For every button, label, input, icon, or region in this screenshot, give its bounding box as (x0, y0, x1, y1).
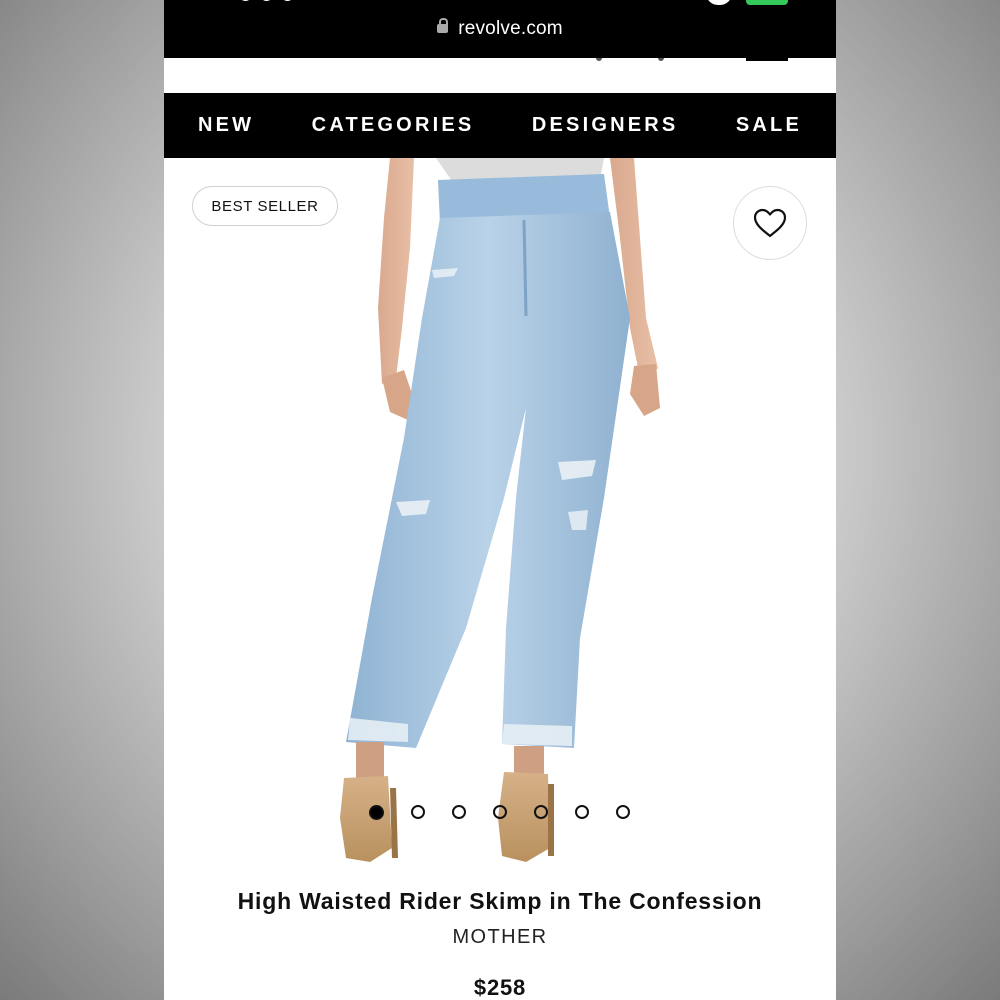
pagination-dot-2[interactable] (411, 805, 425, 819)
heart-icon (753, 208, 787, 238)
product-price: $258 (473, 975, 527, 1000)
best-seller-badge: BEST SELLER (192, 186, 338, 226)
battery-icon (746, 0, 788, 5)
bag-icon[interactable] (746, 58, 788, 61)
lock-icon (437, 18, 449, 33)
pagination-dot-6[interactable] (575, 805, 589, 819)
url-text: revolve.com (458, 18, 563, 39)
status-icons (706, 0, 788, 5)
product-brand[interactable]: MOTHER (164, 926, 836, 949)
nav-new[interactable]: NEW (198, 114, 254, 137)
nav-categories[interactable]: CATEGORIES (312, 114, 475, 137)
nav-designers[interactable]: DESIGNERS (532, 114, 679, 137)
account-icon[interactable] (658, 58, 664, 61)
image-pagination (369, 805, 630, 820)
search-icon[interactable] (596, 58, 602, 61)
address-bar[interactable]: revolve.com (164, 18, 836, 40)
pagination-dot-1[interactable] (369, 805, 384, 820)
main-nav: NEW CATEGORIES DESIGNERS SALE (164, 93, 836, 158)
favorite-button[interactable] (733, 186, 807, 260)
phone-screen: revolve.com NEW CATEGORIES DESIGNERS SAL… (164, 0, 836, 1000)
wifi-icon (706, 0, 732, 5)
status-bar: revolve.com (164, 0, 836, 58)
product-image[interactable] (164, 158, 836, 875)
product-title: High Waisted Rider Skimp in The Confessi… (237, 888, 763, 914)
pagination-dot-4[interactable] (493, 805, 507, 819)
nav-sale[interactable]: SALE (736, 114, 802, 137)
pagination-dot-3[interactable] (452, 805, 466, 819)
pagination-dot-5[interactable] (534, 805, 548, 819)
signal-indicator (239, 0, 294, 1)
site-header (164, 58, 836, 93)
pagination-dot-7[interactable] (616, 805, 630, 819)
product-gallery[interactable]: BEST SELLER (164, 158, 836, 875)
